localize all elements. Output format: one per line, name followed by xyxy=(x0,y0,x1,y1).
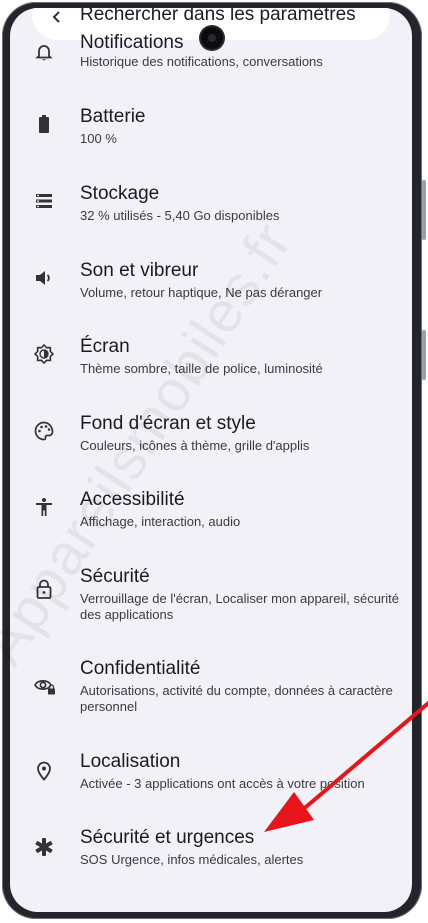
palette-icon xyxy=(34,421,54,441)
setting-title: Confidentialité xyxy=(80,658,201,679)
setting-subtitle: 100 % xyxy=(80,131,117,146)
setting-subtitle: 32 % utilisés - 5,40 Go disponibles xyxy=(80,208,280,223)
setting-title: Sécurité et urgences xyxy=(80,827,255,848)
setting-subtitle: Autorisations, activité du compte, donné… xyxy=(80,683,393,714)
brightness-icon xyxy=(33,343,55,365)
lock-icon xyxy=(34,579,54,599)
setting-title: Batterie xyxy=(80,106,146,127)
settings-item-accessibility[interactable]: Accessibilité Affichage, interaction, au… xyxy=(10,487,412,547)
settings-item-safety-emergency[interactable]: Sécurité et urgences SOS Urgence, infos … xyxy=(10,825,412,885)
settings-item-display[interactable]: Écran Thème sombre, taille de police, lu… xyxy=(10,334,412,394)
settings-item-security[interactable]: Sécurité Verrouillage de l'écran, Locali… xyxy=(10,564,412,634)
search-input[interactable]: Rechercher dans les paramètres xyxy=(80,8,356,26)
settings-item-storage[interactable]: Stockage 32 % utilisés - 5,40 Go disponi… xyxy=(10,181,412,241)
setting-title: Écran xyxy=(80,336,130,357)
screenshot-stage: Rechercher dans les paramètres Notificat… xyxy=(0,0,428,923)
bell-icon xyxy=(34,42,54,62)
setting-title: Son et vibreur xyxy=(80,260,199,281)
setting-title: Localisation xyxy=(80,751,181,772)
setting-title: Accessibilité xyxy=(80,489,185,510)
setting-subtitle: Activée - 3 applications ont accès à vot… xyxy=(80,776,365,791)
setting-subtitle: Verrouillage de l'écran, Localiser mon a… xyxy=(80,591,399,622)
settings-item-notifications[interactable]: Notifications Historique des notificatio… xyxy=(10,30,412,90)
storage-icon xyxy=(34,191,54,211)
location-pin-icon xyxy=(34,761,54,781)
asterisk-emergency-icon xyxy=(34,837,54,857)
volume-button xyxy=(422,330,426,380)
settings-screen: Rechercher dans les paramètres Notificat… xyxy=(10,8,412,912)
settings-item-sound[interactable]: Son et vibreur Volume, retour haptique, … xyxy=(10,258,412,318)
setting-subtitle: Historique des notifications, conversati… xyxy=(80,54,323,69)
setting-title: Notifications xyxy=(80,32,184,53)
settings-item-location[interactable]: Localisation Activée - 3 applications on… xyxy=(10,749,412,809)
setting-subtitle: SOS Urgence, infos médicales, alertes xyxy=(80,852,304,867)
settings-item-battery[interactable]: Batterie 100 % xyxy=(10,104,412,164)
accessibility-icon xyxy=(34,497,54,517)
settings-item-privacy[interactable]: Confidentialité Autorisations, activité … xyxy=(10,656,412,726)
privacy-eye-icon xyxy=(34,676,55,696)
setting-subtitle: Volume, retour haptique, Ne pas déranger xyxy=(80,285,323,300)
speaker-icon xyxy=(34,268,54,288)
battery-icon xyxy=(34,114,54,134)
setting-subtitle: Thème sombre, taille de police, luminosi… xyxy=(80,361,323,376)
setting-title: Sécurité xyxy=(80,566,150,587)
settings-item-wallpaper[interactable]: Fond d'écran et style Couleurs, icônes à… xyxy=(10,411,412,471)
setting-title: Fond d'écran et style xyxy=(80,413,256,434)
back-arrow-icon[interactable] xyxy=(50,10,64,24)
power-button xyxy=(422,180,426,240)
setting-subtitle: Couleurs, icônes à thème, grille d'appli… xyxy=(80,438,310,453)
setting-title: Stockage xyxy=(80,183,160,204)
setting-subtitle: Affichage, interaction, audio xyxy=(80,514,241,529)
